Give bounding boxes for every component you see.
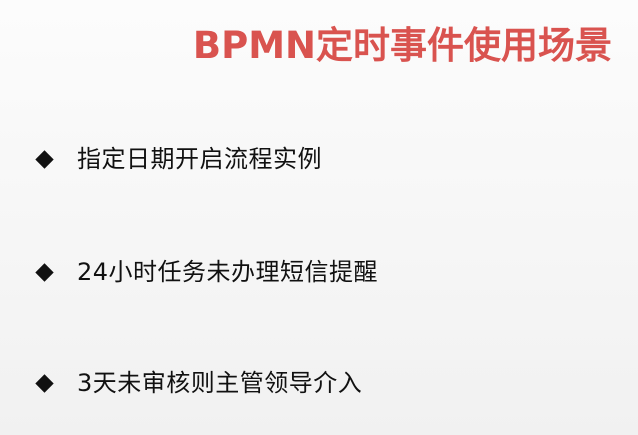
slide-title: BPMN定时事件使用场景 xyxy=(192,24,612,67)
bullet-text: 指定日期开启流程实例 xyxy=(77,145,322,173)
slide: BPMN定时事件使用场景 指定日期开启流程实例 24小时任务未办理短信提醒 3天… xyxy=(0,0,638,435)
diamond-bullet-icon xyxy=(35,149,54,169)
diamond-bullet-icon xyxy=(35,373,54,393)
bullet-text: 3天未审核则主管领导介入 xyxy=(77,369,363,397)
diamond-bullet-icon xyxy=(35,262,54,282)
bullet-item: 指定日期开启流程实例 xyxy=(34,142,322,176)
bullet-text: 24小时任务未办理短信提醒 xyxy=(77,258,379,286)
bullet-item: 3天未审核则主管领导介入 xyxy=(34,366,362,400)
bullet-item: 24小时任务未办理短信提醒 xyxy=(34,255,378,289)
